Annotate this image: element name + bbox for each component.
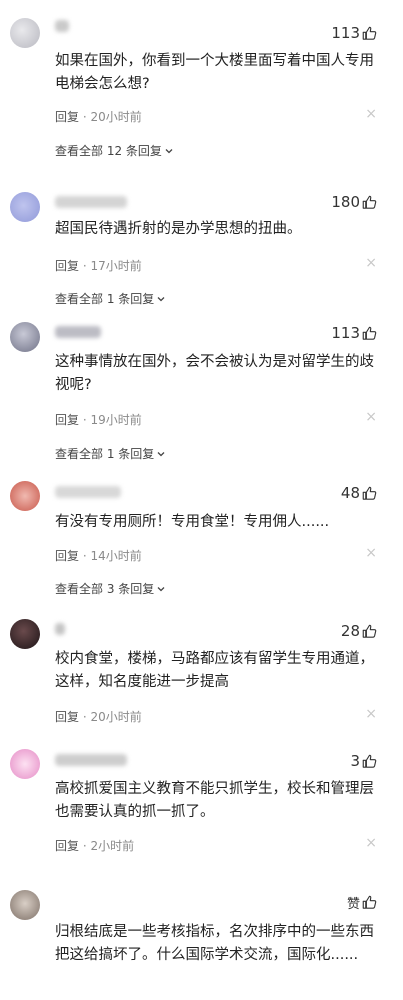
reply-button[interactable]: 回复 xyxy=(55,839,79,853)
close-icon[interactable]: × xyxy=(365,835,377,851)
view-all-replies[interactable]: 查看全部 1 条回复 xyxy=(55,445,166,462)
like-button[interactable]: 113 xyxy=(331,24,377,42)
comment-text: 归根结底是一些考核指标，名次排序中的一些东西把这给搞坏了。什么国际学术交流，国际… xyxy=(55,924,374,963)
like-count: 180 xyxy=(331,193,360,211)
chevron-down-icon xyxy=(157,296,165,301)
avatar[interactable] xyxy=(10,619,40,649)
like-button[interactable]: 赞 xyxy=(347,893,377,912)
comment-meta: 回复 · 20小时前 xyxy=(55,708,142,725)
avatar[interactable] xyxy=(10,890,40,920)
meta-separator: · xyxy=(82,549,87,563)
comment-text: 如果在国外，你看到一个大楼里面写着中国人专用电梯会怎么想? xyxy=(55,53,374,92)
username[interactable] xyxy=(55,196,127,208)
like-button[interactable]: 113 xyxy=(331,324,377,342)
comment-text: 校内食堂，楼梯，马路都应该有留学生专用通道，这样，知名度能进一步提高 xyxy=(55,651,374,690)
thumbs-up-icon xyxy=(362,754,377,768)
username[interactable] xyxy=(55,623,65,635)
thumbs-up-icon xyxy=(362,195,377,209)
view-all-replies[interactable]: 查看全部 1 条回复 xyxy=(55,290,166,307)
like-count: 赞 xyxy=(346,897,360,912)
timestamp: 20小时前 xyxy=(90,110,142,124)
comment-meta: 回复 · 20小时前 xyxy=(55,108,142,125)
like-button[interactable]: 28 xyxy=(341,622,377,640)
view-all-replies-label: 查看全部 1 条回复 xyxy=(55,292,155,306)
avatar[interactable] xyxy=(10,192,40,222)
chevron-down-icon xyxy=(165,148,173,153)
reply-button[interactable]: 回复 xyxy=(55,413,79,427)
thumbs-up-icon xyxy=(362,624,377,638)
meta-separator: · xyxy=(82,259,87,273)
chevron-down-icon xyxy=(157,451,165,456)
meta-separator: · xyxy=(82,110,87,124)
comment-meta: 回复 · 17小时前 xyxy=(55,257,142,274)
close-icon[interactable]: × xyxy=(365,255,377,271)
view-all-replies[interactable]: 查看全部 3 条回复 xyxy=(55,580,166,597)
comment-meta: 回复 · 2小时前 xyxy=(55,837,134,854)
like-count: 3 xyxy=(350,752,360,770)
chevron-down-icon xyxy=(157,586,165,591)
username[interactable] xyxy=(55,754,127,766)
close-icon[interactable]: × xyxy=(365,106,377,122)
close-icon[interactable]: × xyxy=(365,545,377,561)
comment-text: 高校抓爱国主义教育不能只抓学生，校长和管理层也需要认真的抓一抓了。 xyxy=(55,781,374,820)
timestamp: 20小时前 xyxy=(90,710,142,724)
thumbs-up-icon xyxy=(362,895,377,909)
avatar[interactable] xyxy=(10,18,40,48)
timestamp: 14小时前 xyxy=(90,549,142,563)
username[interactable] xyxy=(55,20,69,32)
reply-button[interactable]: 回复 xyxy=(55,259,79,273)
like-button[interactable]: 48 xyxy=(341,484,377,502)
comment-text: 这种事情放在国外，会不会被认为是对留学生的歧视呢? xyxy=(55,354,374,393)
avatar[interactable] xyxy=(10,322,40,352)
like-count: 48 xyxy=(340,484,360,502)
username[interactable] xyxy=(55,486,121,498)
username[interactable] xyxy=(55,326,101,338)
thumbs-up-icon xyxy=(362,326,377,340)
meta-separator: · xyxy=(82,839,87,853)
reply-button[interactable]: 回复 xyxy=(55,549,79,563)
thumbs-up-icon xyxy=(362,26,377,40)
thumbs-up-icon xyxy=(362,486,377,500)
avatar[interactable] xyxy=(10,749,40,779)
comment-meta: 回复 · 14小时前 xyxy=(55,547,142,564)
reply-button[interactable]: 回复 xyxy=(55,710,79,724)
timestamp: 19小时前 xyxy=(90,413,142,427)
view-all-replies-label: 查看全部 12 条回复 xyxy=(55,144,162,158)
avatar[interactable] xyxy=(10,481,40,511)
reply-button[interactable]: 回复 xyxy=(55,110,79,124)
timestamp: 17小时前 xyxy=(90,259,142,273)
close-icon[interactable]: × xyxy=(365,409,377,425)
view-all-replies[interactable]: 查看全部 12 条回复 xyxy=(55,142,174,159)
like-button[interactable]: 180 xyxy=(331,193,377,211)
comment-meta: 回复 · 19小时前 xyxy=(55,411,142,428)
meta-separator: · xyxy=(82,413,87,427)
view-all-replies-label: 查看全部 1 条回复 xyxy=(55,447,155,461)
timestamp: 2小时前 xyxy=(90,839,135,853)
comment-text: 超国民待遇折射的是办学思想的扭曲。 xyxy=(55,221,302,237)
like-button[interactable]: 3 xyxy=(350,752,377,770)
close-icon[interactable]: × xyxy=(365,706,377,722)
view-all-replies-label: 查看全部 3 条回复 xyxy=(55,582,155,596)
like-count: 113 xyxy=(331,324,360,342)
like-count: 113 xyxy=(331,24,360,42)
meta-separator: · xyxy=(82,710,87,724)
like-count: 28 xyxy=(340,622,360,640)
comment-text: 有没有专用厕所！专用食堂！专用佣人...... xyxy=(55,514,330,530)
